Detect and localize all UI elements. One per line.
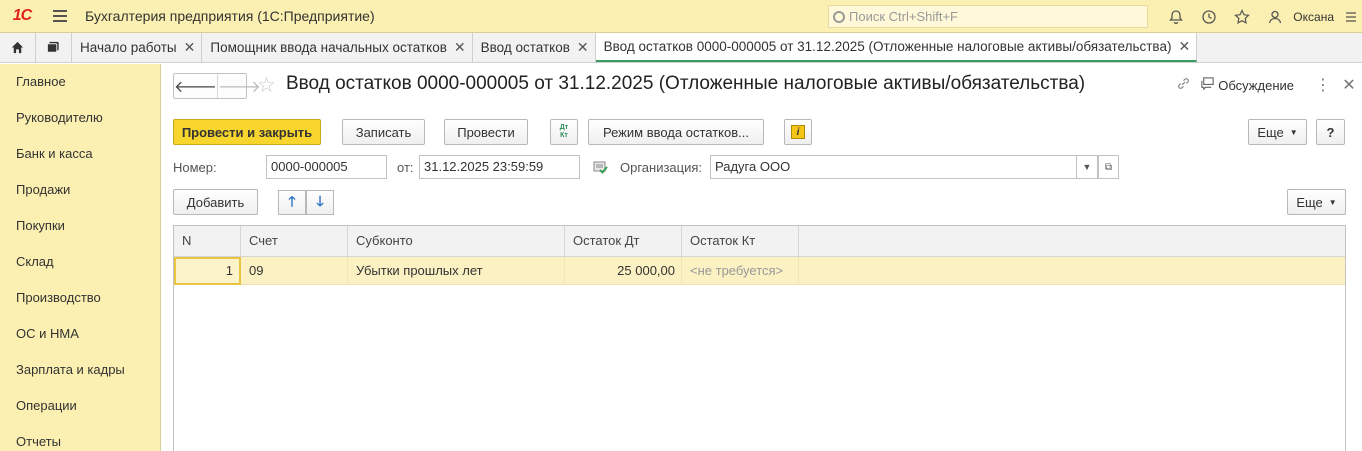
cell-filler [799, 257, 1345, 285]
user-icon[interactable] [1258, 0, 1291, 33]
tab-balances-wizard[interactable]: Помощник ввода начальных остатков ✕ [202, 33, 473, 62]
chevron-down-icon[interactable]: ▼ [1077, 155, 1098, 179]
top-bar: 1С Бухгалтерия предприятия (1С:Предприят… [0, 0, 1362, 33]
user-name[interactable]: Оксана [1291, 10, 1340, 24]
app-title: Бухгалтерия предприятия (1С:Предприятие) [85, 8, 375, 24]
discussion-icon[interactable] [1196, 76, 1218, 95]
discussion-button[interactable]: Обсуждение [1218, 78, 1294, 93]
back-arrow-icon[interactable]: 🡐 [174, 74, 218, 98]
sidebar-item-salary[interactable]: Зарплата и кадры [0, 352, 160, 388]
date-field[interactable]: 31.12.2025 23:59:59 [419, 155, 580, 179]
dropdown-arrow-icon: ▼ [1289, 127, 1298, 137]
sidebar-item-purchases[interactable]: Покупки [0, 208, 160, 244]
close-icon[interactable]: ✕ [184, 39, 196, 56]
search-input[interactable]: Поиск Ctrl+Shift+F [828, 5, 1148, 28]
info-button[interactable]: i [784, 119, 812, 145]
help-button[interactable]: ? [1316, 119, 1345, 145]
tab-label: Ввод остатков [480, 40, 570, 55]
column-header-filler [799, 226, 1345, 257]
dropdown-arrow-icon: ▼ [1328, 197, 1337, 207]
balance-mode-button[interactable]: Режим ввода остатков... [588, 119, 764, 145]
cell-debit[interactable]: 25 000,00 [565, 257, 682, 285]
cell-account[interactable]: 09 [241, 257, 348, 285]
save-button[interactable]: Записать [342, 119, 425, 145]
sidebar-item-manager[interactable]: Руководителю [0, 100, 160, 136]
calendar-check-icon[interactable] [593, 160, 608, 177]
search-placeholder: Поиск Ctrl+Shift+F [849, 9, 958, 24]
tab-label: Помощник ввода начальных остатков [210, 40, 447, 55]
sidebar-item-sales[interactable]: Продажи [0, 172, 160, 208]
column-header-n[interactable]: N [174, 226, 241, 257]
more-vertical-icon[interactable]: ⋮ [1310, 75, 1336, 95]
organization-field[interactable]: Радуга ООО [710, 155, 1077, 179]
sidebar-item-main[interactable]: Главное [0, 64, 160, 100]
column-header-credit[interactable]: Остаток Кт [682, 226, 799, 257]
sidebar-item-production[interactable]: Производство [0, 280, 160, 316]
date-label: от: [397, 160, 414, 175]
close-icon[interactable]: ✕ [577, 39, 589, 56]
forward-arrow-icon[interactable]: 🡒 [218, 74, 261, 98]
move-down-icon[interactable]: 🡓 [306, 190, 334, 215]
bell-icon[interactable] [1159, 0, 1192, 33]
close-icon[interactable]: ✕ [454, 39, 466, 56]
sidebar-item-reports[interactable]: Отчеты [0, 424, 160, 451]
cell-subconto[interactable]: Убытки прошлых лет [348, 257, 565, 285]
column-header-subconto[interactable]: Субконто [348, 226, 565, 257]
column-header-account[interactable]: Счет [241, 226, 348, 257]
organization-label: Организация: [620, 160, 703, 175]
table-row[interactable]: 1 09 Убытки прошлых лет 25 000,00 <не тр… [174, 257, 1345, 285]
sidebar: Главное Руководителю Банк и касса Продаж… [0, 64, 161, 451]
table-more-button[interactable]: Еще ▼ [1287, 189, 1346, 215]
tab-label: Ввод остатков 0000-000005 от 31.12.2025 … [603, 39, 1172, 54]
info-icon: i [791, 125, 805, 139]
tabs-bar: Начало работы ✕ Помощник ввода начальных … [0, 33, 1362, 63]
number-label: Номер: [173, 160, 217, 175]
document-form: 🡐 🡒 ☆ Ввод остатков 0000-000005 от 31.12… [161, 64, 1362, 451]
close-icon[interactable]: ✕ [1178, 38, 1190, 55]
search-icon [833, 10, 845, 23]
balances-table: N Счет Субконто Остаток Дт Остаток Кт 1 … [173, 225, 1346, 451]
cell-n[interactable]: 1 [174, 257, 241, 285]
tab-balances-entry[interactable]: Ввод остатков ✕ [473, 33, 596, 62]
history-icon[interactable] [1192, 0, 1225, 33]
close-form-icon[interactable]: ✕ [1336, 75, 1362, 95]
tab-start[interactable]: Начало работы ✕ [72, 33, 203, 62]
column-header-debit[interactable]: Остаток Дт [565, 226, 682, 257]
table-header: N Счет Субконто Остаток Дт Остаток Кт [174, 226, 1345, 257]
tab-document[interactable]: Ввод остатков 0000-000005 от 31.12.2025 … [595, 33, 1198, 62]
more-button[interactable]: Еще ▼ [1248, 119, 1307, 145]
link-icon[interactable] [1170, 76, 1196, 95]
move-up-icon[interactable]: 🡑 [278, 190, 306, 215]
sidebar-item-bank[interactable]: Банк и касса [0, 136, 160, 172]
favorites-star-icon[interactable] [1225, 0, 1258, 33]
panels-icon[interactable] [36, 33, 72, 62]
sidebar-item-operations[interactable]: Операции [0, 388, 160, 424]
nav-buttons: 🡐 🡒 [173, 73, 261, 99]
sidebar-item-warehouse[interactable]: Склад [0, 244, 160, 280]
open-icon[interactable]: ⧉ [1098, 155, 1119, 179]
post-and-close-button[interactable]: Провести и закрыть [173, 119, 321, 145]
1c-logo-icon[interactable]: 1С [0, 0, 44, 33]
add-row-button[interactable]: Добавить [173, 189, 258, 215]
dt-kt-icon: Дт Кт [559, 124, 569, 139]
sidebar-item-assets[interactable]: ОС и НМА [0, 316, 160, 352]
app-menu-icon[interactable] [1340, 0, 1362, 33]
home-icon[interactable] [0, 33, 36, 62]
page-title: Ввод остатков 0000-000005 от 31.12.2025 … [286, 73, 1086, 94]
number-field[interactable]: 0000-000005 [266, 155, 387, 179]
menu-icon[interactable] [44, 0, 76, 33]
cell-credit[interactable]: <не требуется> [682, 257, 799, 285]
post-button[interactable]: Провести [444, 119, 528, 145]
dt-kt-button[interactable]: Дт Кт [550, 119, 578, 145]
tab-label: Начало работы [80, 40, 177, 55]
favorite-star-icon[interactable]: ☆ [257, 73, 276, 98]
